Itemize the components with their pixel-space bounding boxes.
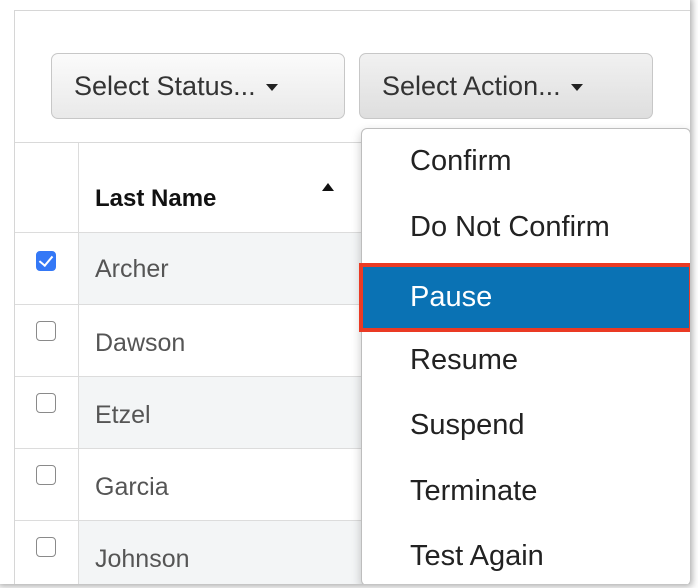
menu-item-label: Terminate	[410, 474, 538, 507]
menu-item-label: Resume	[410, 343, 518, 376]
last-name-text: Dawson	[95, 329, 186, 357]
row-checkbox-cell	[15, 449, 79, 520]
header-checkbox-cell	[15, 143, 79, 232]
select-status-button[interactable]: Select Status...	[51, 53, 345, 119]
screenshot-frame: Select Status... Select Action... Last N…	[0, 0, 690, 584]
select-status-label: Select Status...	[74, 70, 256, 101]
menu-item-label: Suspend	[410, 408, 525, 441]
row-checkbox[interactable]	[36, 537, 56, 557]
menu-item-label: Confirm	[410, 144, 512, 177]
menu-item-test-again[interactable]: Test Again	[362, 528, 690, 584]
last-name-text: Archer	[95, 255, 169, 283]
row-checkbox-cell	[15, 521, 79, 584]
action-dropdown-menu: Confirm Do Not Confirm Pause Resume Susp…	[359, 128, 690, 584]
row-checkbox[interactable]	[36, 251, 56, 271]
caret-down-icon	[265, 83, 278, 91]
menu-item-pause[interactable]: Pause	[359, 263, 690, 332]
last-name-text: Etzel	[95, 401, 151, 429]
menu-item-terminate[interactable]: Terminate	[362, 463, 690, 519]
select-action-label: Select Action...	[382, 70, 561, 101]
row-checkbox[interactable]	[36, 393, 56, 413]
menu-item-do-not-confirm[interactable]: Do Not Confirm	[362, 199, 690, 255]
select-action-button[interactable]: Select Action...	[359, 53, 653, 119]
menu-item-label: Pause	[410, 281, 493, 313]
row-checkbox-cell	[15, 305, 79, 376]
row-checkbox[interactable]	[36, 321, 56, 341]
menu-item-confirm[interactable]: Confirm	[362, 133, 690, 189]
row-checkbox-cell	[15, 377, 79, 448]
sort-ascending-icon[interactable]	[322, 183, 334, 191]
column-header-label: Last Name	[95, 185, 217, 212]
last-name-text: Johnson	[95, 545, 190, 573]
menu-item-label: Do Not Confirm	[410, 210, 610, 243]
menu-item-label: Test Again	[410, 539, 544, 572]
panel: Select Status... Select Action... Last N…	[14, 10, 690, 584]
caret-down-icon	[570, 83, 583, 91]
menu-item-suspend[interactable]: Suspend	[362, 397, 690, 453]
row-checkbox[interactable]	[36, 465, 56, 485]
row-checkbox-cell	[15, 233, 79, 304]
last-name-text: Garcia	[95, 473, 169, 501]
menu-item-resume[interactable]: Resume	[362, 332, 690, 388]
